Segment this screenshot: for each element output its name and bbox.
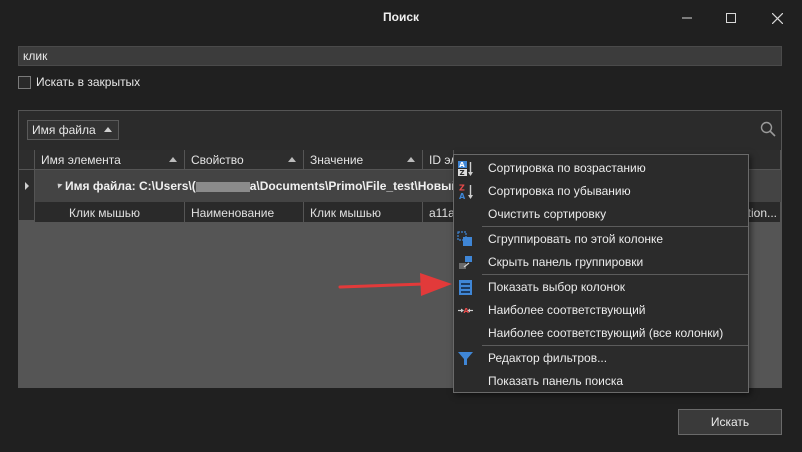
sort-arrow-icon: [407, 157, 415, 162]
svg-text:A: A: [459, 161, 465, 169]
group-by-column-icon: [457, 231, 472, 246]
minimize-button[interactable]: [664, 0, 710, 36]
search-closed-option[interactable]: Искать в закрытых: [18, 74, 140, 90]
group-row-path-start: Имя файла: C:\Users\: [65, 179, 192, 193]
group-row-path-end: a\Documents\Primo\File_test\Новый: [249, 179, 459, 193]
menu-item-clear-sorting[interactable]: Очистить сортировку: [454, 203, 748, 225]
minimize-icon: [682, 17, 692, 19]
menu-separator: [482, 274, 748, 275]
menu-separator: [482, 345, 748, 346]
maximize-button[interactable]: [708, 0, 754, 36]
best-fit-icon: A: [458, 307, 473, 315]
annotation-arrow-icon: [338, 273, 452, 296]
maximize-icon: [726, 13, 736, 23]
svg-text:Z: Z: [460, 169, 465, 177]
search-closed-label: Искать в закрытых: [36, 75, 141, 89]
column-context-menu: A Z Сортировка по возрастанию Z A Сортир…: [453, 154, 749, 393]
menu-item-label: Сортировка по убыванию: [488, 184, 631, 198]
redacted-username: [195, 181, 250, 192]
menu-item-label: Показать выбор колонок: [488, 280, 626, 294]
title-bar: Поиск: [0, 0, 802, 36]
sort-arrow-icon: [169, 157, 177, 162]
menu-item-sort-descending[interactable]: Z A Сортировка по убыванию: [454, 180, 748, 202]
column-header-label: Имя элемента: [41, 153, 121, 167]
row-pointer-icon: [25, 182, 29, 190]
column-header-property[interactable]: Свойство: [185, 150, 304, 170]
table-cell[interactable]: a11a: [423, 202, 454, 222]
find-button[interactable]: Искать: [678, 409, 782, 435]
sort-arrow-icon: [104, 127, 112, 132]
search-input[interactable]: клик: [18, 46, 782, 66]
close-button[interactable]: [754, 0, 800, 36]
sort-ascending-icon: A Z: [458, 161, 473, 177]
column-header-label: ID эл: [429, 153, 453, 167]
column-chooser-icon: [459, 280, 472, 295]
svg-text:A: A: [459, 192, 466, 200]
menu-item-column-chooser[interactable]: Показать выбор колонок: [454, 276, 748, 298]
menu-item-label: Редактор фильтров...: [488, 351, 608, 365]
menu-item-label: Скрыть панель группировки: [488, 255, 644, 269]
menu-item-best-fit-all[interactable]: Наиболее соответствующий (все колонки): [454, 322, 748, 344]
search-icon[interactable]: [760, 121, 776, 137]
table-cell[interactable]: Наименование: [185, 202, 304, 222]
row-indicator: [19, 170, 35, 220]
expand-icon[interactable]: [55, 181, 63, 189]
search-closed-checkbox[interactable]: [18, 75, 31, 89]
field-selector[interactable]: Имя файла: [27, 120, 119, 140]
menu-separator: [482, 226, 748, 227]
column-header-label: Значение: [310, 153, 364, 167]
column-header-element-id[interactable]: ID эл: [423, 150, 454, 170]
sort-descending-icon: Z A: [459, 184, 473, 200]
sort-arrow-icon: [288, 157, 296, 162]
column-header-element-name[interactable]: Имя элемента: [35, 150, 185, 170]
column-header-label: Свойство: [191, 153, 244, 167]
hide-group-panel-icon: [459, 256, 472, 269]
filter-icon: [458, 352, 473, 365]
menu-item-label: Очистить сортировку: [488, 207, 607, 221]
menu-item-group-by-column[interactable]: Сгруппировать по этой колонке: [454, 228, 748, 250]
menu-item-label: Показать панель поиска: [488, 374, 624, 388]
close-icon: [771, 12, 783, 24]
menu-item-hide-group-panel[interactable]: Скрыть панель группировки: [454, 251, 748, 273]
menu-item-label: Наиболее соответствующий: [488, 303, 646, 317]
menu-item-best-fit[interactable]: A Наиболее соответствующий: [454, 299, 748, 321]
table-cell[interactable]: Клик мышью: [304, 202, 423, 222]
menu-item-label: Наиболее соответствующий (все колонки): [488, 326, 724, 340]
menu-item-filter-editor[interactable]: Редактор фильтров...: [454, 347, 748, 369]
field-selector-value: Имя файла: [32, 123, 96, 137]
column-header-value[interactable]: Значение: [304, 150, 423, 170]
table-cell[interactable]: Клик мышью: [35, 202, 185, 222]
menu-item-label: Сгруппировать по этой колонке: [488, 232, 664, 246]
menu-item-show-search-panel[interactable]: Показать панель поиска: [454, 370, 748, 392]
menu-item-sort-ascending[interactable]: A Z Сортировка по возрастанию: [454, 157, 748, 179]
menu-item-label: Сортировка по возрастанию: [488, 161, 646, 175]
grid-corner: [19, 150, 35, 170]
